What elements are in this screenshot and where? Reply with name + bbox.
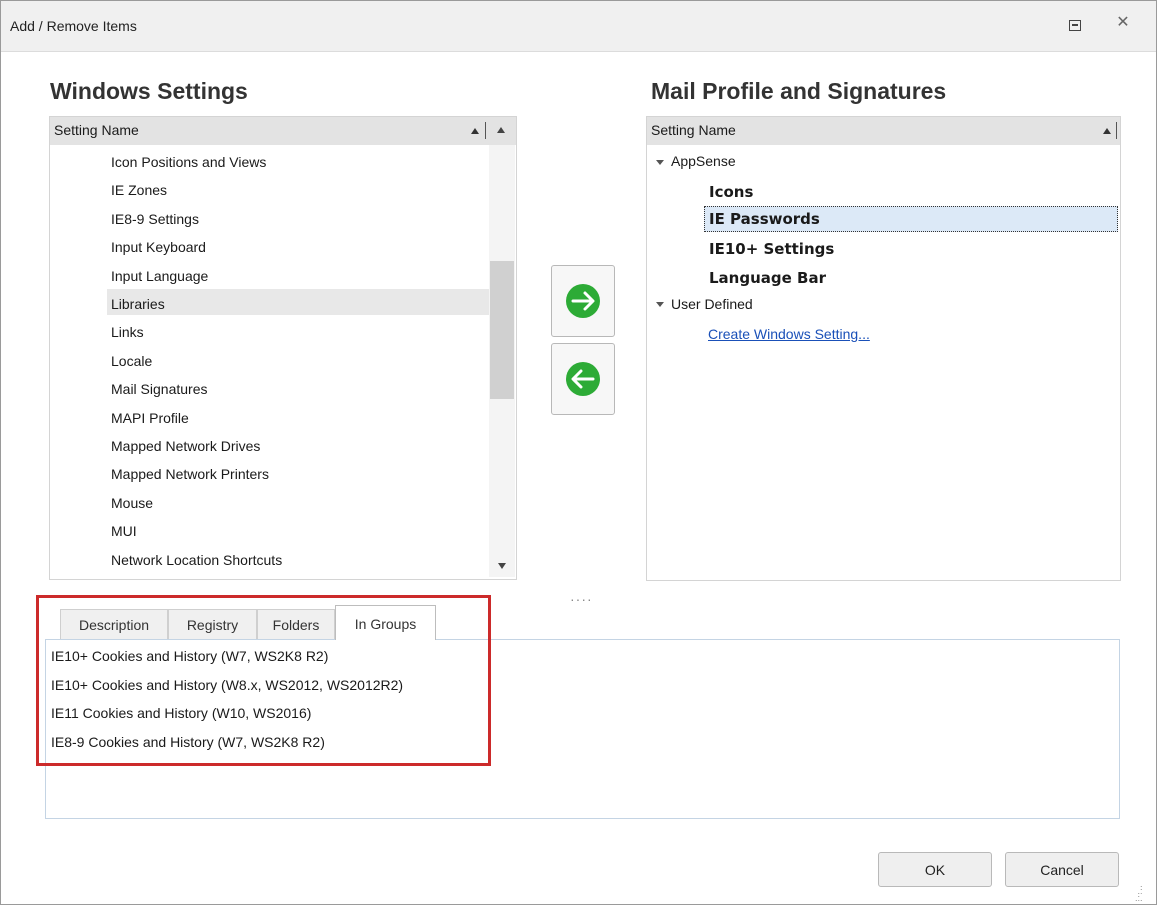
mail-profile-list: Setting Name AppSense Icons IE Passwords…	[646, 116, 1121, 581]
list-item[interactable]: Mapped Network Drives	[111, 438, 260, 454]
tree-item[interactable]: IE10+ Settings	[709, 240, 834, 258]
scroll-down-icon[interactable]	[498, 563, 506, 569]
list-item[interactable]: Input Keyboard	[111, 239, 206, 255]
list-item[interactable]: IE8-9 Settings	[111, 211, 199, 227]
list-item[interactable]: Mail Signatures	[111, 381, 208, 397]
cancel-button[interactable]: Cancel	[1005, 852, 1119, 887]
list-item[interactable]: Mouse	[111, 495, 153, 511]
list-item[interactable]: Locale	[111, 353, 152, 369]
chevron-down-icon[interactable]	[656, 302, 664, 307]
tree-item[interactable]: Language Bar	[709, 269, 826, 287]
scroll-up-icon[interactable]	[497, 127, 505, 133]
resize-grip-icon[interactable]: . .:.:.	[1135, 880, 1143, 903]
list-header[interactable]: Setting Name	[50, 117, 516, 145]
list-item[interactable]: MAPI Profile	[111, 410, 189, 426]
title-bar: Add / Remove Items ✕	[1, 1, 1156, 52]
column-separator	[1116, 122, 1117, 139]
column-separator	[485, 122, 486, 139]
close-icon[interactable]: ✕	[1113, 13, 1133, 33]
tree-item-selected[interactable]: IE Passwords	[709, 210, 820, 228]
list-item[interactable]: Links	[111, 324, 144, 340]
list-item[interactable]: Network Location Shortcuts	[111, 552, 282, 568]
vertical-scrollbar[interactable]	[489, 145, 515, 577]
right-panel-title: Mail Profile and Signatures	[651, 78, 947, 104]
sort-ascending-icon	[1103, 128, 1111, 134]
group-appsense[interactable]: AppSense	[671, 153, 736, 169]
window-title: Add / Remove Items	[10, 18, 137, 34]
restore-icon[interactable]	[1069, 20, 1081, 31]
add-item-button[interactable]	[551, 265, 615, 337]
list-item[interactable]: Libraries	[111, 296, 165, 312]
chevron-down-icon[interactable]	[656, 160, 664, 165]
windows-settings-list: Setting Name Icon Positions and Views IE …	[49, 116, 517, 580]
remove-item-button[interactable]	[551, 343, 615, 415]
list-item[interactable]: Input Language	[111, 268, 208, 284]
list-item[interactable]: Mapped Network Printers	[111, 466, 269, 482]
column-header-setting-name[interactable]: Setting Name	[54, 122, 139, 138]
group-user-defined[interactable]: User Defined	[671, 296, 753, 312]
annotation-highlight-box	[36, 595, 491, 766]
left-panel-title: Windows Settings	[50, 78, 248, 104]
list-header[interactable]: Setting Name	[647, 117, 1120, 145]
tree-item[interactable]: Icons	[709, 183, 753, 201]
add-remove-items-dialog: Add / Remove Items ✕ Windows Settings Se…	[0, 0, 1157, 905]
scrollbar-thumb[interactable]	[490, 261, 514, 399]
list-item[interactable]: Icon Positions and Views	[111, 154, 266, 170]
column-header-setting-name[interactable]: Setting Name	[651, 122, 736, 138]
list-item[interactable]: IE Zones	[111, 182, 167, 198]
ok-button[interactable]: OK	[878, 852, 992, 887]
splitter-handle[interactable]: ····	[570, 592, 594, 606]
selected-row[interactable]: IE Passwords	[704, 206, 1118, 232]
list-item[interactable]: MUI	[111, 523, 137, 539]
sort-ascending-icon	[471, 128, 479, 134]
create-windows-setting-link[interactable]: Create Windows Setting...	[708, 326, 870, 342]
